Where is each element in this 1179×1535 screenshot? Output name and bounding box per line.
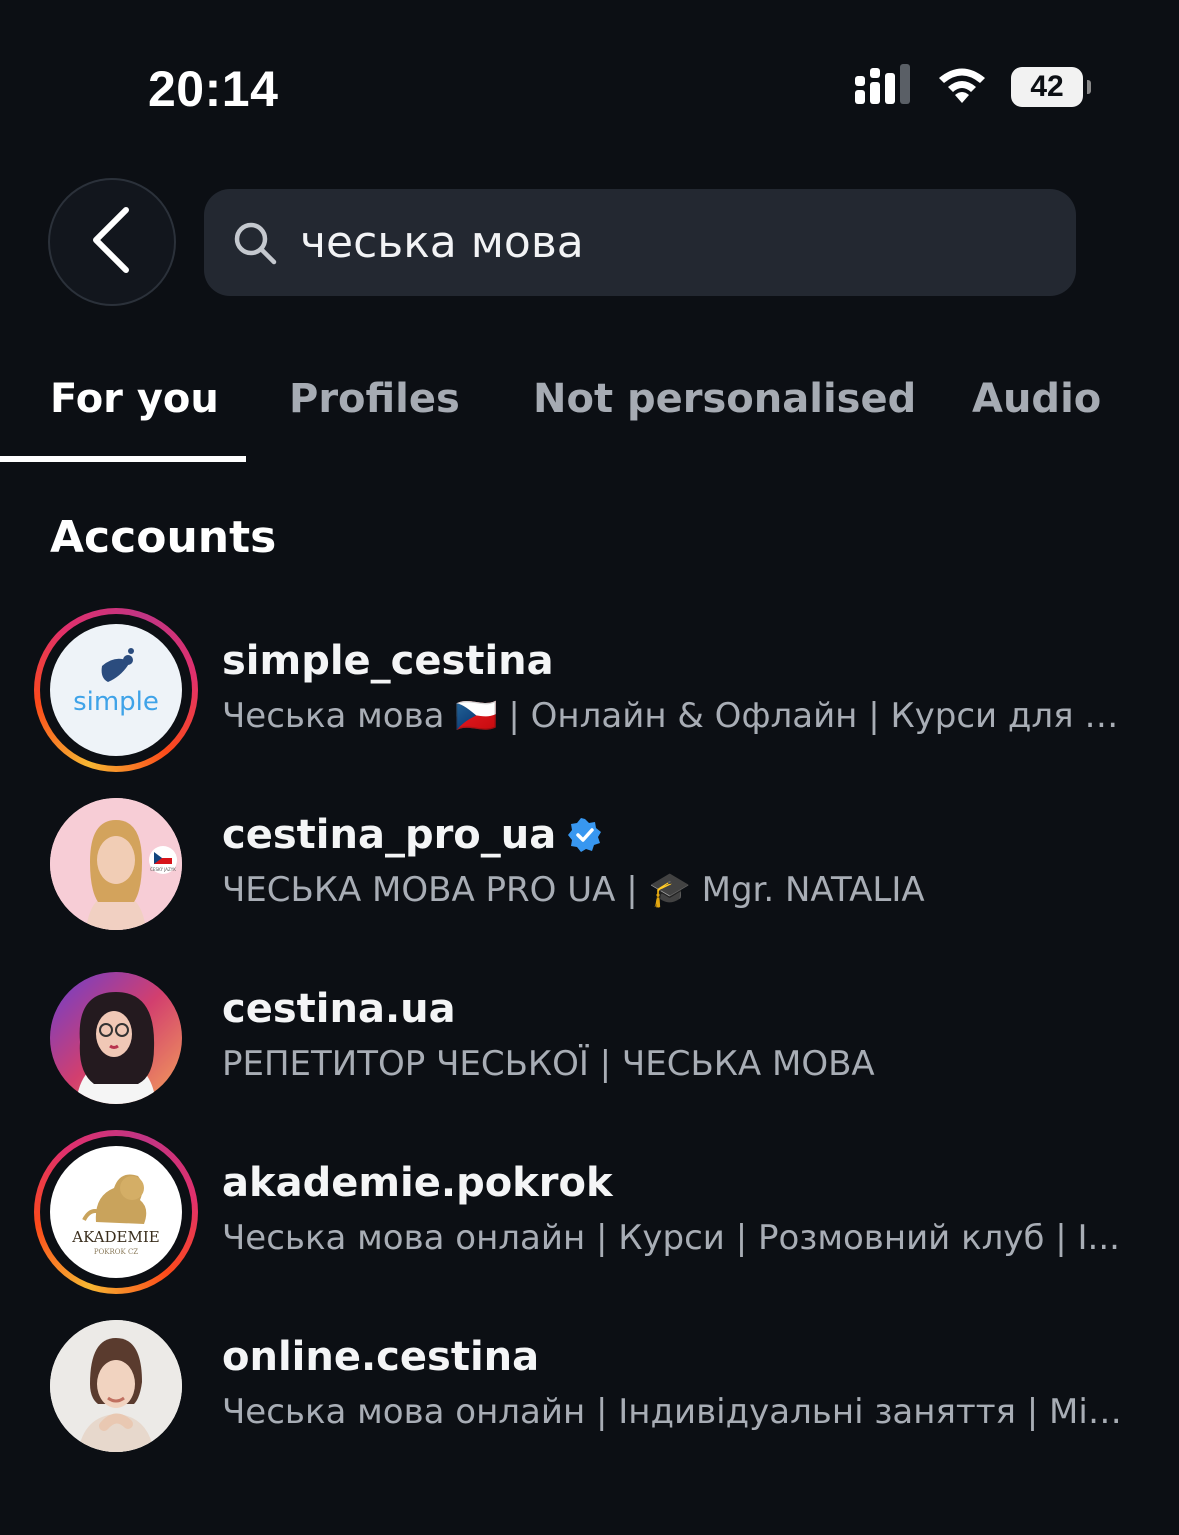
story-ring[interactable]: AKADEMIE POKROK CZ: [34, 1130, 198, 1294]
avatar-wrap: [34, 1304, 198, 1468]
avatar: AKADEMIE POKROK CZ: [50, 1146, 182, 1278]
account-bio: ЧЕСЬКА МОВА PRO UA | 🎓 Mgr. NATALIA: [222, 870, 925, 910]
section-title-accounts: Accounts: [50, 512, 277, 563]
active-tab-indicator: [0, 456, 246, 462]
avatar: [50, 1320, 182, 1452]
tab-audio[interactable]: Audio: [972, 376, 1101, 422]
account-row-akademie-pokrok[interactable]: AKADEMIE POKROK CZ akademie.pokrok Чеськ…: [0, 1130, 1179, 1294]
username-text: simple_cestina: [222, 638, 554, 684]
username-text: akademie.pokrok: [222, 1160, 613, 1206]
avatar-logo-subtext: POKROK CZ: [94, 1248, 138, 1256]
back-button[interactable]: [48, 178, 176, 306]
battery-level: 42: [1030, 70, 1064, 103]
account-bio: РЕПЕТИТОР ЧЕСЬКОЇ | ЧЕСЬКА МОВА: [222, 1044, 875, 1084]
avatar-wrap: ČESKÝ JAZYK: [34, 782, 198, 946]
tab-not-personalised[interactable]: Not personalised: [533, 376, 916, 422]
account-bio: Чеська мова онлайн | Індивідуальні занят…: [222, 1392, 1132, 1432]
status-bar: 20:14 42: [0, 0, 1179, 170]
avatar-wrap: [34, 956, 198, 1120]
avatar-badge-text: ČESKÝ JAZYK: [150, 867, 176, 872]
tab-bar: For you Profiles Not personalised Audio: [0, 350, 1179, 462]
account-username: akademie.pokrok: [222, 1160, 613, 1206]
verified-badge-icon: [568, 818, 602, 852]
account-username: cestina.ua: [222, 986, 456, 1032]
account-row-simple-cestina[interactable]: simple simple_cestina Чеська мова 🇨🇿 | О…: [0, 608, 1179, 772]
story-ring[interactable]: simple: [34, 608, 198, 772]
status-icons: 42: [855, 62, 1091, 112]
account-bio: Чеська мова онлайн | Курси | Розмовний к…: [222, 1218, 1120, 1258]
avatar: [50, 972, 182, 1104]
username-text: cestina_pro_ua: [222, 812, 557, 858]
account-row-online-cestina[interactable]: online.cestina Чеська мова онлайн | Інди…: [0, 1304, 1179, 1464]
account-username: simple_cestina: [222, 638, 554, 684]
account-username: online.cestina: [222, 1334, 539, 1380]
search-input[interactable]: [300, 217, 1076, 268]
account-username: cestina_pro_ua: [222, 812, 602, 858]
account-bio: Чеська мова 🇨🇿 | Онлайн & Офлайн | Курси…: [222, 696, 1132, 736]
tab-profiles[interactable]: Profiles: [289, 376, 460, 422]
avatar-logo-text: AKADEMIE: [71, 1228, 159, 1246]
account-row-cestina-pro-ua[interactable]: ČESKÝ JAZYK cestina_pro_ua ЧЕСЬКА МОВА P…: [0, 782, 1179, 942]
magnifier-icon: [232, 220, 278, 266]
username-text: cestina.ua: [222, 986, 456, 1032]
search-bar[interactable]: [204, 189, 1076, 296]
account-row-cestina-ua[interactable]: cestina.ua РЕПЕТИТОР ЧЕСЬКОЇ | ЧЕСЬКА МО…: [0, 956, 1179, 1116]
battery-icon: 42: [1011, 67, 1091, 107]
avatar: ČESKÝ JAZYK: [50, 798, 182, 930]
cellular-signal-icon: [855, 63, 913, 111]
username-text: online.cestina: [222, 1334, 540, 1380]
status-time: 20:14: [148, 61, 279, 117]
chevron-left-icon: [90, 206, 134, 279]
avatar-logo-text: simple: [73, 687, 159, 717]
tab-for-you[interactable]: For you: [50, 376, 219, 422]
avatar: simple: [50, 624, 182, 756]
wifi-icon: [935, 65, 989, 110]
